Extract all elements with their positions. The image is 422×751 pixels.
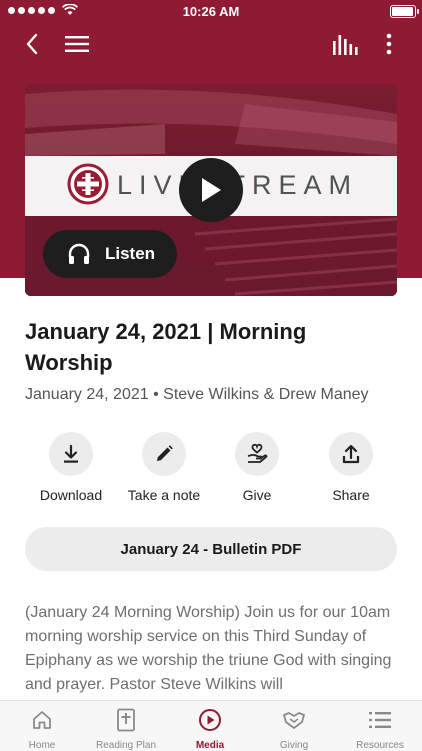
media-player[interactable]: LIVESTREAM Listen [25, 84, 397, 296]
more-vertical-icon [386, 33, 392, 55]
play-button[interactable] [179, 158, 243, 222]
listen-label: Listen [105, 244, 156, 263]
church-logo-icon [67, 163, 109, 205]
play-icon [202, 178, 221, 202]
status-bar: 10:26 AM [0, 0, 422, 22]
tab-label-media: Media [195, 740, 225, 751]
listen-button[interactable]: Listen [43, 230, 177, 278]
give-circle [235, 432, 279, 476]
share-circle [329, 432, 373, 476]
audio-levels-button[interactable] [330, 30, 360, 58]
download-icon [64, 444, 78, 463]
tab-bar: Home Reading Plan Media Giving Resources [0, 700, 422, 751]
equalizer-icon [333, 35, 358, 55]
action-row: Download Take a note Give Share [0, 432, 422, 512]
back-button[interactable] [17, 30, 47, 58]
take-note-circle [142, 432, 186, 476]
giving-hand-icon [247, 443, 268, 463]
tab-resources[interactable]: Resources [338, 707, 422, 751]
download-button[interactable]: Download [21, 432, 121, 503]
tab-label-resources: Resources [356, 740, 404, 751]
more-options-button[interactable] [374, 30, 404, 58]
action-label-give: Give [242, 487, 272, 503]
action-label-share: Share [332, 487, 370, 503]
home-icon [33, 711, 51, 729]
status-time: 10:26 AM [182, 4, 240, 19]
sermon-title: January 24, 2021 | Morning Worship [25, 319, 307, 375]
share-button[interactable]: Share [301, 432, 401, 503]
bulletin-pdf-button[interactable]: January 24 - Bulletin PDF [25, 527, 397, 571]
play-circle-icon [199, 709, 221, 731]
nav-bar [0, 22, 422, 66]
tab-label-giving: Giving [279, 740, 309, 751]
chevron-left-icon [26, 33, 38, 55]
giving-hand-icon [283, 712, 305, 729]
tab-home[interactable]: Home [0, 707, 84, 751]
download-circle [49, 432, 93, 476]
give-button[interactable]: Give [207, 432, 307, 503]
take-note-button[interactable]: Take a note [114, 432, 214, 503]
sermon-meta: January 24, 2021 • Steve Wilkins & Drew … [25, 386, 369, 403]
action-label-download: Download [39, 487, 103, 503]
share-icon [342, 444, 360, 464]
pencil-icon [157, 445, 173, 461]
menu-button[interactable] [62, 30, 92, 58]
list-icon [369, 712, 391, 728]
battery-icon [390, 5, 419, 18]
hamburger-icon [65, 36, 89, 52]
sermon-description: (January 24 Morning Worship) Join us for… [25, 604, 392, 693]
bible-icon [117, 708, 135, 732]
tab-reading-plan[interactable]: Reading Plan [84, 707, 168, 751]
tab-label-reading-plan: Reading Plan [95, 740, 157, 751]
tab-giving[interactable]: Giving [252, 707, 336, 751]
tab-media[interactable]: Media [168, 707, 252, 751]
headphones-icon [68, 243, 90, 264]
action-label-note: Take a note [127, 487, 201, 503]
tab-label-home: Home [28, 740, 56, 751]
